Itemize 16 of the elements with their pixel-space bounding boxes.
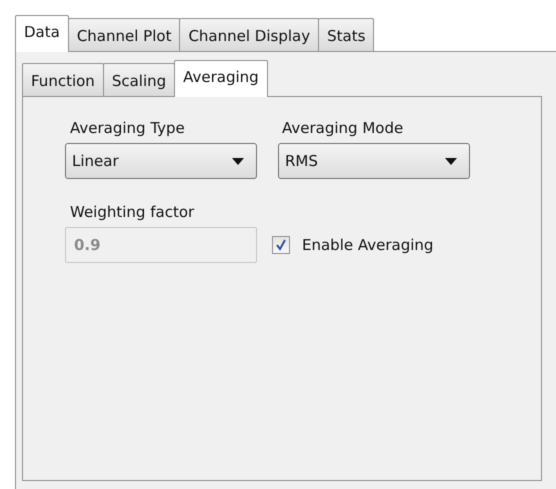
caret-icon [232, 158, 244, 164]
checkbox-label: Enable Averaging [302, 236, 434, 254]
tab[interactable]: Averaging [174, 60, 268, 97]
caret-icon [445, 158, 457, 164]
tab[interactable]: Stats [318, 18, 374, 51]
tab[interactable]: Channel Plot [68, 18, 180, 51]
field-label: Averaging Mode [281, 119, 404, 139]
dropdown[interactable]: Linear [65, 143, 257, 179]
tab[interactable]: Data [15, 15, 69, 52]
dropdown[interactable]: RMS [278, 143, 470, 179]
tab[interactable]: Channel Display [179, 18, 320, 51]
checkbox[interactable] [272, 236, 290, 254]
tab[interactable]: Function [22, 63, 104, 96]
field-label: Averaging Type [69, 119, 186, 139]
field-label: Weighting factor [69, 203, 196, 223]
tab[interactable]: Scaling [102, 63, 176, 96]
